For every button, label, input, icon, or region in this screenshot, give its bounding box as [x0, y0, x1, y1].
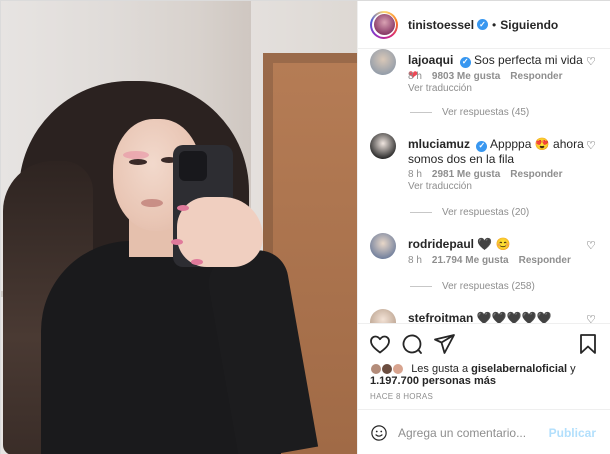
post-timestamp[interactable]: HACE 8 HORAS [370, 392, 433, 401]
commenter-avatar[interactable] [370, 49, 396, 75]
comment-likes[interactable]: 2981 Me gusta [432, 169, 500, 180]
phone-camera [179, 151, 207, 181]
see-translation-link[interactable]: Ver traducción [408, 83, 472, 94]
nail [177, 205, 189, 211]
comment-text: Sos perfecta mi vida [474, 53, 583, 67]
verified-badge-icon: ✓ [477, 19, 489, 30]
comment-text: 🖤 [477, 237, 493, 251]
likes-summary: Les gusta a giselabernaloficial y 1.197.… [370, 363, 608, 387]
instagram-post-window: tinistoessel ✓ • Siguiendo lajoaqui ✓ So… [0, 0, 610, 454]
replies-label: Ver respuestas (20) [442, 207, 530, 218]
likes-count[interactable]: 1.197.700 personas más [370, 375, 496, 387]
view-replies-button[interactable]: Ver respuestas (45) [410, 107, 529, 118]
likes-conjunction: y [570, 363, 576, 375]
view-replies-button[interactable]: Ver respuestas (20) [410, 207, 529, 218]
comment-text: 🖤🖤🖤🖤🖤 [476, 311, 552, 323]
comment-username[interactable]: mluciamuz [408, 137, 470, 151]
replies-line [410, 286, 432, 287]
like-comment-heart-icon[interactable]: ♡ [586, 55, 596, 68]
reply-button[interactable]: Responder [510, 71, 562, 82]
heart-icon[interactable] [368, 332, 392, 356]
see-translation-link[interactable]: Ver traducción [408, 181, 472, 192]
author-username[interactable]: tinistoessel [408, 18, 474, 32]
comments-list[interactable]: lajoaqui ✓ Sos perfecta mi vida ❤ ♡ 8 h … [358, 49, 610, 323]
comment-age: 8 h [408, 255, 422, 266]
liker-username[interactable]: giselabernaloficial [471, 363, 567, 375]
like-comment-heart-icon[interactable]: ♡ [586, 239, 596, 252]
share-icon[interactable] [432, 332, 456, 356]
add-comment-input[interactable]: Agrega un comentario... [398, 426, 549, 440]
comment-username[interactable]: stefroitman [408, 311, 473, 323]
verified-badge-icon: ✓ [476, 140, 488, 152]
author-avatar[interactable] [370, 10, 398, 39]
add-comment-bar: Agrega un comentario... Publicar [358, 409, 610, 454]
verified-badge-icon: ✓ [459, 56, 471, 68]
comment-age: 8 h [408, 169, 422, 180]
pink-eyeshadow [123, 151, 149, 159]
comment-text: Appppa [490, 137, 532, 151]
commenter-avatar[interactable] [370, 309, 396, 323]
replies-label: Ver respuestas (258) [442, 281, 535, 292]
commenter-avatar[interactable] [370, 233, 396, 259]
smile-emoji: 😊 [495, 237, 511, 251]
following-button[interactable]: Siguiendo [500, 18, 558, 32]
post-photo[interactable] [1, 1, 357, 454]
eye-left [129, 159, 147, 165]
replies-line [410, 212, 432, 213]
emoji-icon[interactable] [370, 424, 388, 442]
lips [141, 199, 163, 207]
likes-prefix: Les gusta a [411, 363, 469, 375]
comment-likes[interactable]: 9803 Me gusta [432, 71, 500, 82]
view-replies-button[interactable]: Ver respuestas (258) [410, 281, 535, 292]
publish-button[interactable]: Publicar [549, 426, 596, 440]
bookmark-icon[interactable] [576, 332, 600, 356]
nail [171, 239, 183, 245]
replies-line [410, 112, 432, 113]
post-header: tinistoessel ✓ • Siguiendo [358, 1, 610, 49]
comment-age: 8 h [408, 71, 422, 82]
reply-button[interactable]: Responder [519, 255, 571, 266]
liker-avatar[interactable] [392, 363, 405, 376]
post-sidebar: tinistoessel ✓ • Siguiendo lajoaqui ✓ So… [357, 1, 610, 454]
replies-label: Ver respuestas (45) [442, 107, 530, 118]
reply-button[interactable]: Responder [510, 169, 562, 180]
comment-username[interactable]: lajoaqui [408, 53, 453, 67]
nail [191, 259, 203, 265]
comment-username[interactable]: rodridepaul [408, 237, 474, 251]
hand [177, 197, 263, 267]
comment-icon[interactable] [400, 332, 424, 356]
comment-likes[interactable]: 21.794 Me gusta [432, 255, 509, 266]
heart-eyes-emoji: 😍 [534, 137, 550, 151]
like-comment-heart-icon[interactable]: ♡ [586, 139, 596, 152]
separator-dot: • [492, 17, 497, 32]
commenter-avatar[interactable] [370, 133, 396, 159]
like-comment-heart-icon[interactable]: ♡ [586, 313, 596, 323]
post-actions [358, 323, 610, 363]
